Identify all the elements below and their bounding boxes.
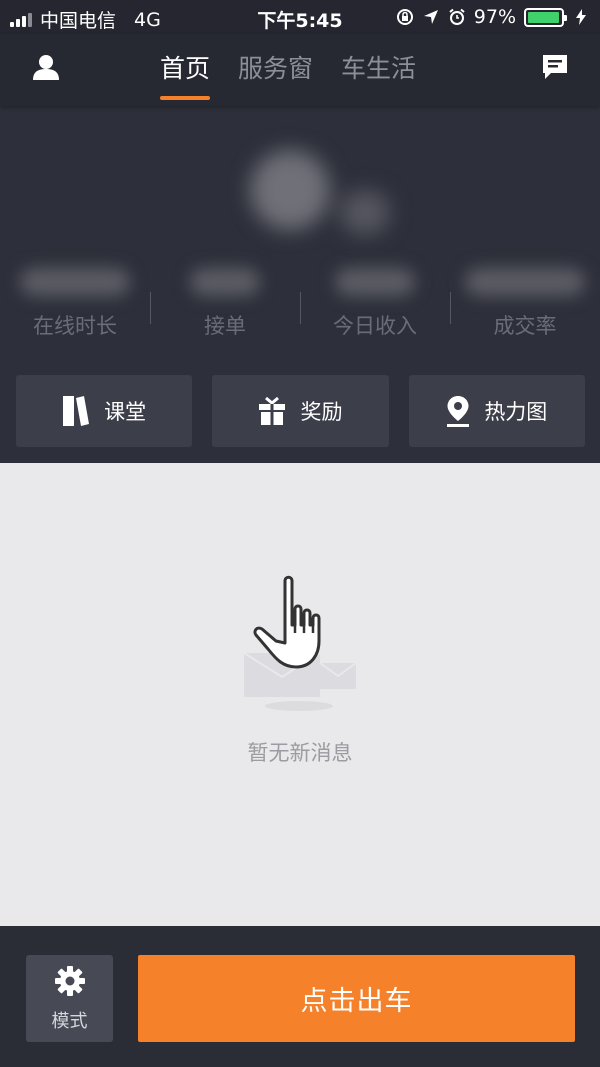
tab-service-window[interactable]: 服务窗: [238, 50, 313, 98]
alarm-icon: [448, 8, 466, 26]
stat-value-hidden: [190, 268, 260, 296]
classroom-button[interactable]: 课堂: [16, 375, 193, 447]
reward-label: 奖励: [300, 400, 343, 424]
message-icon[interactable]: [540, 52, 570, 82]
empty-message: 暂无新消息: [247, 741, 353, 765]
quick-actions: 课堂 奖励 热力图: [16, 375, 585, 447]
stat-label: 在线时长: [33, 314, 117, 338]
map-pin-icon: [446, 395, 470, 427]
avatar: [240, 140, 400, 250]
heatmap-button[interactable]: 热力图: [408, 375, 585, 447]
stat-value-hidden: [20, 268, 130, 296]
stat-label: 今日收入: [333, 314, 417, 338]
status-bar-right: 97%: [396, 6, 590, 28]
mode-label: 模式: [51, 1010, 88, 1032]
start-driving-button[interactable]: 点击出车: [138, 955, 575, 1042]
reward-button[interactable]: 奖励: [212, 375, 389, 447]
stat-online-time: 在线时长: [0, 262, 150, 342]
stat-value-hidden: [465, 268, 585, 296]
stat-orders: 接单: [150, 262, 300, 342]
battery-percent: 97%: [473, 6, 516, 28]
stat-label: 接单: [204, 314, 246, 338]
stats-row: 在线时长 接单 今日收入 成交率: [0, 262, 600, 342]
gear-icon: [54, 965, 86, 1001]
status-bar: 中国电信 4G 下午5:45 97%: [0, 0, 600, 34]
battery-icon: [524, 7, 567, 27]
charging-icon: [572, 8, 590, 26]
gift-icon: [258, 396, 286, 426]
bottom-bar: 模式 点击出车: [0, 926, 600, 1067]
rotation-lock-icon: [396, 8, 414, 26]
empty-state-illustration: [236, 573, 366, 713]
battery-fill: [528, 11, 560, 23]
top-nav: 首页 服务窗 车生活: [0, 34, 600, 106]
stat-value-hidden: [335, 268, 415, 296]
stat-label: 成交率: [493, 314, 557, 338]
location-arrow-icon: [422, 8, 440, 26]
heatmap-label: 热力图: [484, 400, 548, 424]
book-icon: [62, 395, 90, 427]
tab-car-life[interactable]: 车生活: [341, 50, 416, 98]
tab-home[interactable]: 首页: [160, 50, 211, 100]
mode-button[interactable]: 模式: [26, 955, 113, 1042]
nav-tabs: 首页 服务窗 车生活: [160, 50, 416, 100]
message-area: 暂无新消息: [0, 463, 600, 926]
classroom-label: 课堂: [104, 400, 147, 424]
stat-income: 今日收入: [300, 262, 450, 342]
stat-completion-rate: 成交率: [450, 262, 600, 342]
user-icon[interactable]: [30, 52, 62, 84]
